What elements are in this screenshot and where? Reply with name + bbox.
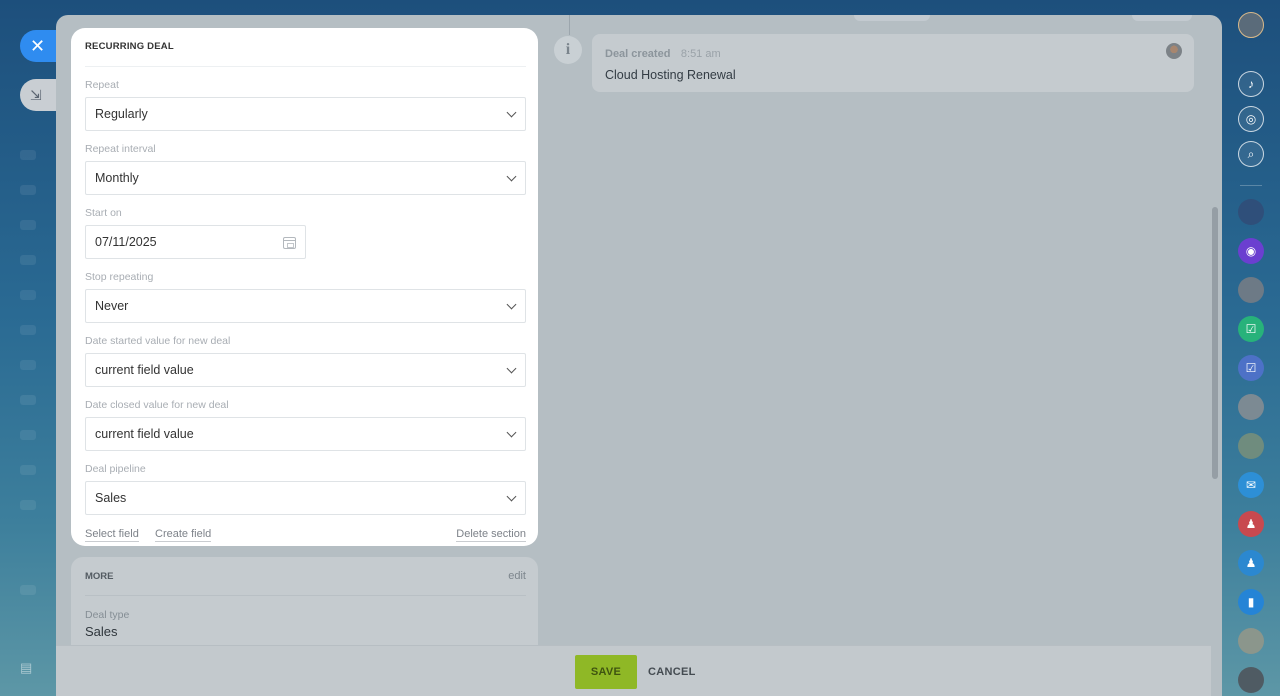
repeat-interval-select[interactable]: Monthly (85, 161, 526, 195)
bottom-action-bar: SAVE CANCEL (56, 645, 1211, 696)
date-started-select[interactable]: current field value (85, 353, 526, 387)
event-title: Deal created (605, 48, 671, 60)
group-chat-icon[interactable]: ♟ (1238, 550, 1264, 576)
menu-ghost-item (20, 585, 36, 595)
create-field-link[interactable]: Create field (155, 528, 212, 542)
contact-avatar[interactable] (1238, 394, 1264, 420)
deal-pipeline-label: Deal pipeline (85, 463, 146, 475)
right-sidebar: ♪ ◎ ⌕ ◉ ☑ ☑ ✉ ♟ ♟ ▮ (1222, 0, 1280, 696)
info-icon: i (554, 36, 582, 64)
menu-ghost-item (20, 395, 36, 405)
stop-repeating-label: Stop repeating (85, 271, 154, 283)
edit-link[interactable]: edit (508, 557, 526, 596)
section-footer: Select field Create field Delete section (85, 528, 526, 544)
printer-icon[interactable]: ▤ (20, 660, 36, 675)
select-field-link[interactable]: Select field (85, 528, 139, 542)
delete-section-link[interactable]: Delete section (456, 528, 526, 542)
repeat-select[interactable]: Regularly (85, 97, 526, 131)
menu-ghost-item (20, 465, 36, 475)
mail-icon[interactable]: ✉ (1238, 472, 1264, 498)
bookmark-icon[interactable]: ▮ (1238, 589, 1264, 615)
repeat-interval-value: Monthly (95, 171, 139, 185)
menu-ghost-item (20, 430, 36, 440)
minimize-icon: ⇲ (30, 87, 42, 103)
section-title: MORE (85, 571, 114, 582)
stop-repeating-value: Never (95, 299, 129, 313)
group-chat-icon[interactable]: ♟ (1238, 511, 1264, 537)
deal-pipeline-select[interactable]: Sales (85, 481, 526, 515)
section-title: RECURRING DEAL (85, 28, 526, 67)
stop-repeating-select[interactable]: Never (85, 289, 526, 323)
close-icon: ✕ (30, 36, 46, 56)
section-header: MORE edit (85, 557, 526, 596)
chevron-down-icon (506, 171, 517, 182)
chevron-down-icon (506, 363, 517, 374)
recurring-deal-card: RECURRING DEAL Repeat Regularly Repeat i… (71, 28, 538, 546)
repeat-value: Regularly (95, 107, 148, 121)
timeline-filter-pill[interactable] (1132, 15, 1192, 21)
contact-avatar[interactable] (1238, 199, 1264, 225)
calendar-icon[interactable] (283, 237, 296, 249)
date-closed-select[interactable]: current field value (85, 417, 526, 451)
chevron-down-icon (506, 491, 517, 502)
close-slider-button[interactable]: ✕ (20, 30, 60, 62)
sidebar-divider (1240, 185, 1262, 186)
contact-avatar[interactable] (1238, 667, 1264, 693)
deal-type-value: Sales (85, 624, 118, 639)
menu-ghost-item (20, 290, 36, 300)
start-on-label: Start on (85, 207, 122, 219)
cancel-button[interactable]: CANCEL (648, 655, 696, 689)
timeline-filter-pill[interactable] (854, 15, 930, 21)
date-started-value: current field value (95, 363, 194, 377)
deal-slider-panel: i Deal created 8:51 am Cloud Hosting Ren… (56, 15, 1222, 696)
menu-ghost-item (20, 220, 36, 230)
timeline-line (569, 15, 570, 35)
menu-ghost-item (20, 360, 36, 370)
contact-avatar[interactable] (1238, 628, 1264, 654)
deal-pipeline-value: Sales (95, 491, 127, 505)
timeline-event-card: Deal created 8:51 am Cloud Hosting Renew… (592, 34, 1194, 92)
task-icon[interactable]: ☑ (1238, 355, 1264, 381)
deal-type-label: Deal type (85, 609, 130, 621)
date-closed-label: Date closed value for new deal (85, 399, 229, 411)
start-on-value: 07/11/2025 (95, 235, 157, 249)
repeat-label: Repeat (85, 79, 119, 91)
contact-avatar[interactable] (1238, 433, 1264, 459)
date-started-label: Date started value for new deal (85, 335, 231, 347)
start-on-date-input[interactable]: 07/11/2025 (85, 225, 306, 259)
copilot-icon[interactable]: ◉ (1238, 238, 1264, 264)
user-avatar[interactable] (1238, 12, 1264, 38)
minimize-slider-button[interactable]: ⇲ (20, 79, 60, 111)
scrollbar[interactable] (1212, 207, 1218, 479)
repeat-interval-label: Repeat interval (85, 143, 156, 155)
menu-ghost-item (20, 325, 36, 335)
menu-ghost-item (20, 185, 36, 195)
menu-ghost-item (20, 255, 36, 265)
avatar[interactable] (1166, 43, 1182, 59)
date-closed-value: current field value (95, 427, 194, 441)
chevron-down-icon (506, 299, 517, 310)
save-button[interactable]: SAVE (575, 655, 637, 689)
menu-ghost-item (20, 500, 36, 510)
chat-search-icon[interactable]: ⌕ (1238, 141, 1264, 167)
target-icon[interactable]: ◎ (1238, 106, 1264, 132)
contact-avatar[interactable] (1238, 277, 1264, 303)
event-time: 8:51 am (680, 48, 721, 60)
bell-icon[interactable]: ♪ (1238, 71, 1264, 97)
task-icon[interactable]: ☑ (1238, 316, 1264, 342)
chevron-down-icon (506, 427, 517, 438)
menu-ghost-item (20, 150, 36, 160)
chevron-down-icon (506, 107, 517, 118)
event-body: Cloud Hosting Renewal (605, 68, 736, 82)
